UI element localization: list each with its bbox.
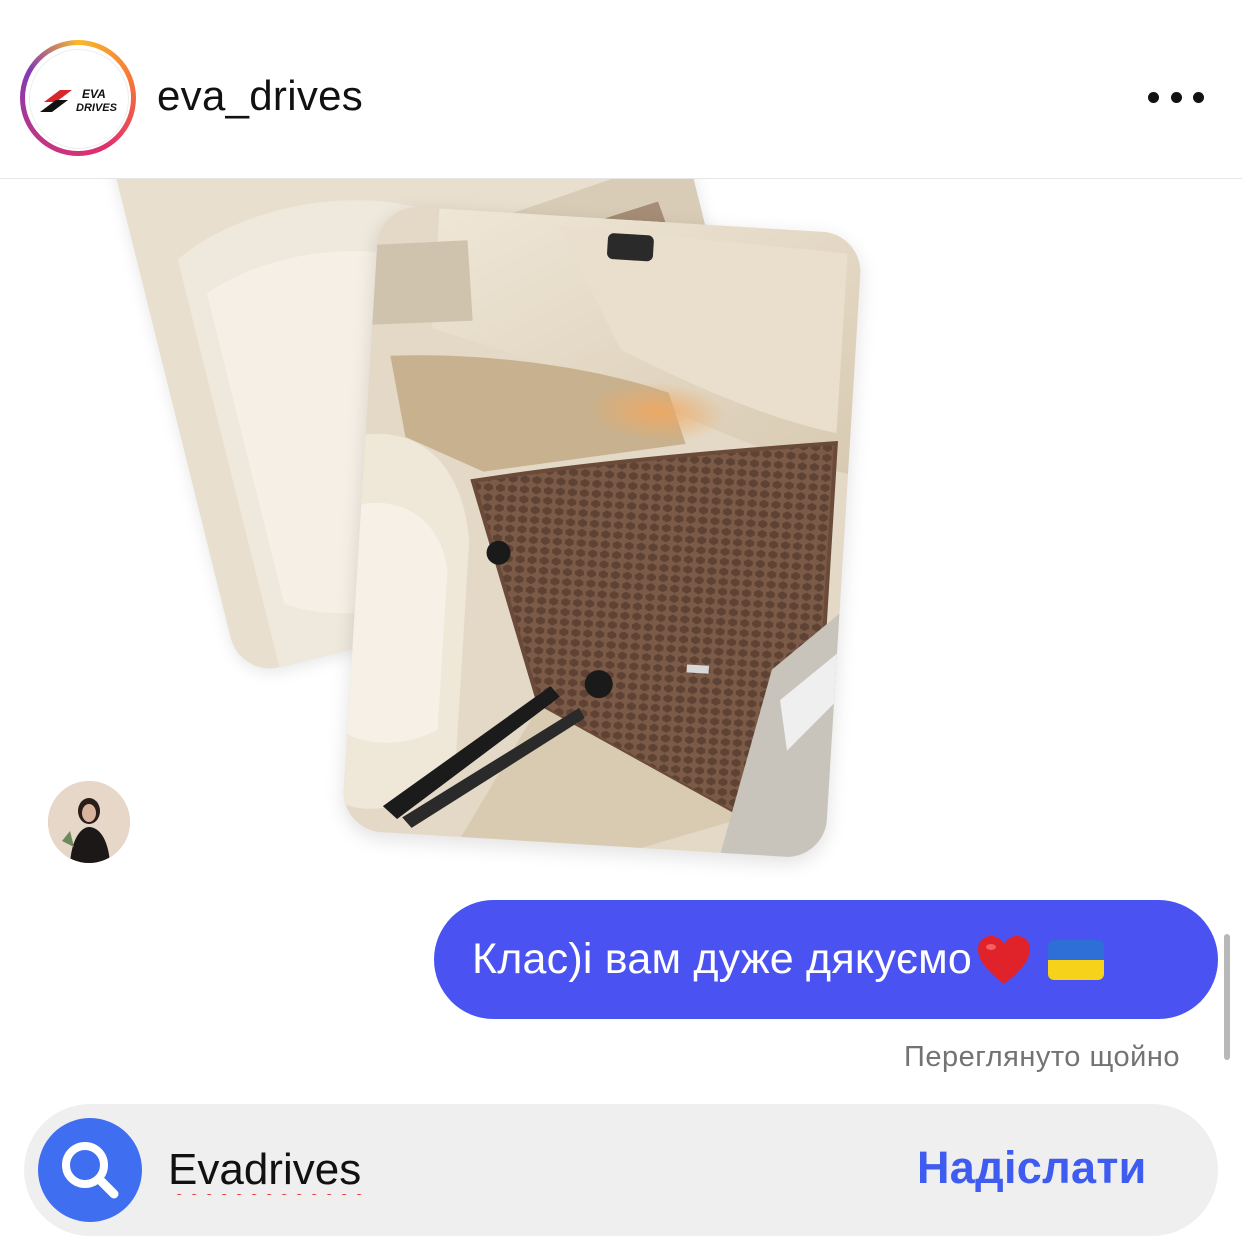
search-icon <box>62 1142 119 1199</box>
chat-header: EVA DRIVES eva_drives <box>0 0 1242 179</box>
message-composer: Надіслати <box>24 1104 1218 1236</box>
more-horizontal-icon-dot <box>1193 91 1204 103</box>
message-thread: Клас)і вам дуже дякуємо Переглянуто щойн… <box>0 179 1242 1099</box>
heart-emoji-icon <box>978 935 1031 984</box>
sender-avatar-graphic <box>48 781 130 863</box>
chat-username[interactable]: eva_drives <box>157 72 363 120</box>
sender-avatar[interactable] <box>48 781 130 863</box>
outgoing-message-bubble[interactable]: Клас)і вам дуже дякуємо <box>434 900 1218 1019</box>
brand-logo-graphic: EVA DRIVES <box>40 87 118 114</box>
more-horizontal-icon-dot <box>1170 91 1182 103</box>
avatar-ring-inner: EVA DRIVES <box>25 45 131 151</box>
profile-avatar[interactable]: EVA DRIVES <box>20 40 136 156</box>
message-text: Клас)і вам дуже дякуємо <box>472 935 973 983</box>
shared-photo-front[interactable] <box>341 204 863 860</box>
more-options-button[interactable] <box>1148 82 1204 112</box>
send-button[interactable]: Надіслати <box>917 1142 1147 1194</box>
logo-text-top: EVA <box>82 87 106 101</box>
ukraine-flag-emoji-icon <box>1048 939 1105 980</box>
scrollbar[interactable] <box>1224 934 1230 1060</box>
message-input[interactable] <box>168 1140 768 1200</box>
car-floor-mat-photo-graphic <box>341 204 863 860</box>
logo-text-bottom: DRIVES <box>76 102 118 114</box>
brand-logo: EVA DRIVES <box>29 49 129 149</box>
search-button[interactable] <box>38 1118 142 1222</box>
more-horizontal-icon <box>1148 91 1159 103</box>
seen-status: Переглянуто щойно <box>904 1041 1180 1073</box>
